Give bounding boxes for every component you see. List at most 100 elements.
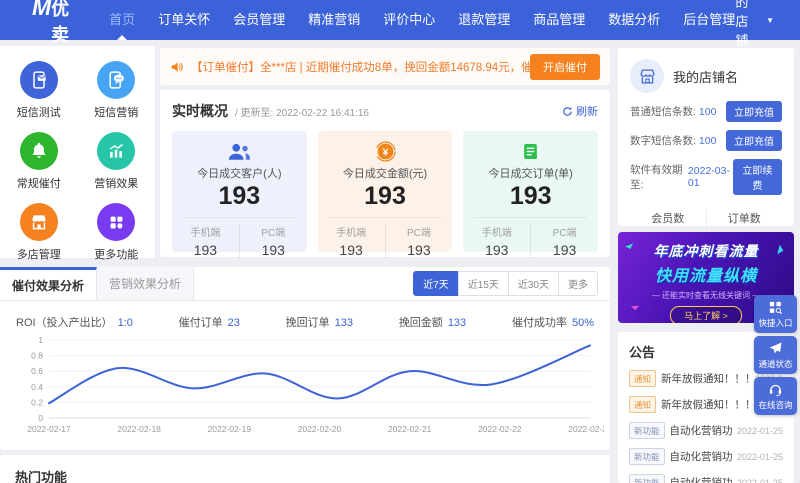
nav-item-refund-mgmt[interactable]: 退款管理 bbox=[458, 0, 510, 40]
sms-test-icon bbox=[19, 61, 58, 99]
nav-item-data-analysis[interactable]: 数据分析 bbox=[608, 0, 660, 40]
svg-text:2022-02-21: 2022-02-21 bbox=[388, 424, 432, 434]
stat-label: ROI（投入产出比） bbox=[16, 317, 113, 329]
stat-title: 今日成交客户(人) bbox=[197, 168, 282, 180]
nav-item-admin[interactable]: 后台管理 bbox=[683, 0, 735, 40]
divider bbox=[328, 217, 442, 218]
account-menu[interactable]: 我的店铺名 ▼ bbox=[735, 0, 774, 68]
stat-value: 23 bbox=[227, 317, 240, 329]
customers-icon bbox=[172, 140, 307, 162]
sub-value: 193 bbox=[407, 242, 431, 258]
sub-label: 手机端 bbox=[336, 228, 367, 239]
app-label: 短信营销 bbox=[94, 107, 139, 119]
svg-text:0: 0 bbox=[38, 413, 43, 423]
app-label: 更多功能 bbox=[94, 249, 139, 261]
license-expiry-row: 软件有效期至: 2022-03-01 立即续费 bbox=[630, 159, 782, 195]
chart-growth-icon bbox=[97, 132, 136, 170]
channel-status-button[interactable]: 通道状态 bbox=[754, 336, 797, 374]
store-icon bbox=[19, 203, 58, 241]
notice-text: 自动化营销功能上线 bbox=[669, 425, 733, 437]
online-support-button[interactable]: 在线咨询 bbox=[754, 377, 797, 415]
realtime-overview-card: 实时概况 / 更新至: 2022-02-22 16:41:16 刷新 今日成交客… bbox=[160, 90, 610, 258]
nav-item-order-care[interactable]: 订单关怀 bbox=[158, 0, 210, 40]
svg-text:0.8: 0.8 bbox=[31, 351, 43, 361]
tab-reminder-effect[interactable]: 催付效果分析 bbox=[0, 267, 97, 300]
stat-label: 挽回订单 bbox=[285, 317, 330, 329]
speaker-icon bbox=[171, 61, 183, 72]
row-label: 软件有效期至: bbox=[630, 164, 683, 191]
tab-marketing-effect[interactable]: 营销效果分析 bbox=[97, 267, 194, 300]
notice-text: 自动化营销功能上线 bbox=[669, 477, 733, 483]
stat-card-amount: ¥ 今日成交金额(元) 193 手机端 193 PC端 193 bbox=[317, 131, 453, 258]
banner-subheadline: 快用流量纵横 bbox=[654, 268, 757, 285]
svg-text:2022-02-17: 2022-02-17 bbox=[27, 424, 71, 434]
refresh-button[interactable]: 刷新 bbox=[562, 103, 598, 119]
announcement-bar: 【订单催付】全***店 | 近期催付成功8单，挽回金额14678.94元，催付成… bbox=[160, 48, 610, 85]
nav-item-review-center[interactable]: 评价中心 bbox=[383, 0, 435, 40]
hot-features-title: 热门功能 bbox=[15, 470, 68, 483]
range-more-button[interactable]: 更多 bbox=[558, 271, 598, 296]
banner-decoration bbox=[630, 301, 640, 311]
recharge-button[interactable]: 立即充值 bbox=[726, 130, 782, 151]
sub-label: PC端 bbox=[406, 228, 431, 239]
sidebar-item-payment-reminder[interactable]: 常规催付 bbox=[0, 132, 78, 191]
sidebar-item-sms-marketing[interactable]: 短信营销 bbox=[78, 61, 156, 120]
shop-name: 我的店铺名 bbox=[673, 69, 739, 85]
sub-value: 193 bbox=[485, 242, 509, 258]
sub-label: 手机端 bbox=[190, 228, 221, 239]
banner-headline: 年底冲刺看流量 bbox=[653, 243, 759, 259]
notice-item[interactable]: 新功能 自动化营销功能上线 2022-01-25 bbox=[629, 422, 783, 439]
range-30d-button[interactable]: 近30天 bbox=[507, 271, 559, 296]
nav-item-product-mgmt[interactable]: 商品管理 bbox=[533, 0, 585, 40]
divider bbox=[474, 217, 588, 218]
sms-balance-row: 普通短信条数: 100 立即充值 bbox=[630, 101, 782, 122]
start-reminder-button[interactable]: 开启催付 bbox=[530, 53, 600, 80]
stat-label: 订单数 bbox=[727, 213, 761, 225]
recharge-button[interactable]: 立即充值 bbox=[726, 101, 782, 122]
app-label: 多店管理 bbox=[16, 249, 61, 261]
nav-item-precision-marketing[interactable]: 精准营销 bbox=[308, 0, 360, 40]
analysis-stats-row: ROI（投入产出比） 1:0 催付订单 23 挽回订单 133 挽回金额 133 催付成… bbox=[0, 301, 610, 330]
quick-entry-button[interactable]: 快捷入口 bbox=[754, 295, 797, 333]
sidebar-item-multi-store[interactable]: 多店管理 bbox=[0, 203, 78, 262]
banner-cta-button[interactable]: 马上了解 > bbox=[670, 306, 742, 323]
range-15d-button[interactable]: 近15天 bbox=[457, 271, 509, 296]
stat-value: 1:0 bbox=[117, 317, 133, 329]
notice-text: 新年放假通知！！！ bbox=[661, 373, 751, 385]
notice-tag: 新功能 bbox=[629, 474, 665, 483]
svg-text:2022-02-22: 2022-02-22 bbox=[478, 424, 522, 434]
float-label: 快捷入口 bbox=[758, 317, 793, 328]
svg-text:1: 1 bbox=[38, 335, 43, 345]
grid-icon bbox=[97, 203, 136, 241]
nav-item-home[interactable]: 首页 bbox=[109, 0, 135, 40]
stat-value: 193 bbox=[364, 182, 406, 210]
chevron-down-icon: ▼ bbox=[766, 15, 774, 25]
nav-item-member-mgmt[interactable]: 会员管理 bbox=[233, 0, 285, 40]
active-tab-pointer-icon bbox=[117, 35, 128, 40]
row-value: 2022-03-01 bbox=[687, 165, 730, 189]
svg-text:2022-02-23: 2022-02-23 bbox=[568, 424, 604, 434]
row-value: 100 bbox=[698, 134, 717, 147]
sidebar-item-more-features[interactable]: 更多功能 bbox=[78, 203, 156, 262]
sidebar-item-sms-test[interactable]: 短信测试 bbox=[0, 61, 78, 120]
svg-text:0.2: 0.2 bbox=[31, 397, 43, 407]
range-7d-button[interactable]: 近7天 bbox=[413, 271, 459, 296]
sms-marketing-icon bbox=[97, 61, 136, 99]
headset-icon bbox=[769, 384, 782, 396]
refresh-label: 刷新 bbox=[576, 106, 598, 118]
app-logo[interactable]: M 优卖 bbox=[32, 0, 69, 47]
row-value: 100 bbox=[698, 105, 717, 118]
notice-item[interactable]: 新功能 自动化营销功能上线 2022-01-25 bbox=[629, 474, 783, 483]
stat-value: 133 bbox=[447, 317, 467, 329]
sidebar-item-marketing-effect[interactable]: 营销效果 bbox=[78, 132, 156, 191]
notice-item[interactable]: 新功能 自动化营销功能上线 2022-01-25 bbox=[629, 448, 783, 465]
svg-text:2022-02-20: 2022-02-20 bbox=[298, 424, 342, 434]
storefront-icon bbox=[640, 69, 654, 83]
shop-avatar bbox=[630, 59, 664, 93]
renew-button[interactable]: 立即续费 bbox=[732, 159, 782, 195]
notice-text: 新年放假通知！！！ bbox=[661, 399, 751, 411]
sub-label: 手机端 bbox=[481, 228, 512, 239]
main-nav: 首页 订单关怀 会员管理 精准营销 评价中心 退款管理 商品管理 数据分析 后台… bbox=[109, 0, 735, 40]
stat-title: 今日成交订单(单) bbox=[488, 168, 573, 180]
app-label: 营销效果 bbox=[94, 178, 139, 190]
